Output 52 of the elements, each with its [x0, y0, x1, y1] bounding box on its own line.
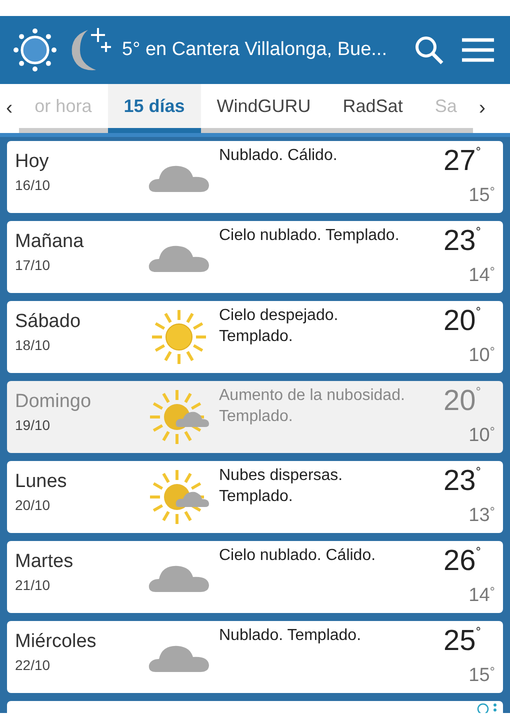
day-name: Lunes [15, 471, 68, 493]
max-temperature: 26$^{°}$ [444, 545, 481, 578]
day-name: Mañana [15, 231, 85, 253]
day-date: 22/10 [15, 657, 52, 673]
min-temperature: 15$^{°}$ [468, 185, 495, 207]
sun-icon [12, 27, 58, 73]
info-icon[interactable] [477, 703, 489, 713]
min-temperature: 10$^{°}$ [468, 425, 495, 447]
day-name: Sábado [15, 311, 82, 333]
day-name: Martes [15, 551, 74, 573]
max-temperature: 27$^{°}$ [444, 145, 481, 178]
min-temperature: 14$^{°}$ [468, 585, 495, 607]
day-card[interactable]: Lunes 20/10 Nubes dispersas. Templado. 23$^{°}$ 13$^{°}$ [7, 461, 503, 533]
day-card[interactable]: Martes 21/10 Cielo nublado. Cálido. 26$^{°}$ 14$^{°}$ [7, 541, 503, 613]
min-temperature: 10$^{°}$ [468, 345, 495, 367]
min-temperature: 13$^{°}$ [468, 505, 495, 527]
day-date: 19/10 [15, 417, 52, 433]
day-date: 17/10 [15, 257, 52, 273]
day-name: Domingo [15, 391, 92, 413]
day-card[interactable]: Mañana 17/10 Cielo nublado. Templado. 23$^{°}$ 14$^{°}$ [7, 221, 503, 293]
max-temperature: 20$^{°}$ [444, 385, 481, 418]
day-card[interactable]: Domingo 19/10 Aumento de la nubosidad. Templado. 20$^{°}$ 10$^{°}$ [7, 381, 503, 453]
day-card[interactable]: Hoy 16/10 Nublado. Cálido. 27$^{°}$ 15$^{°}$ [7, 141, 503, 213]
sun-icon [150, 308, 208, 366]
day-name: Hoy [15, 151, 50, 173]
weather-summary: Cielo despejado. Templado. [219, 306, 340, 347]
weather-summary: Cielo nublado. Templado. [219, 226, 400, 246]
max-temperature: 23$^{°}$ [444, 465, 481, 498]
sun-cloud-icon [148, 388, 210, 446]
day-date: 20/10 [15, 497, 52, 513]
weather-summary: Nublado. Templado. [219, 626, 362, 646]
scroll-right-arrow[interactable]: › [472, 84, 492, 133]
max-temperature: 25$^{°}$ [444, 625, 481, 658]
min-temperature: 15$^{°}$ [468, 665, 495, 687]
weather-summary: Cielo nublado. Cálido. [219, 546, 377, 566]
day-card[interactable]: Miércoles 22/10 Nublado. Templado. 25$^{°}$ 15$^{°}$ [7, 621, 503, 693]
scroll-left-arrow[interactable]: ‹ [0, 84, 19, 133]
max-temperature: 23$^{°}$ [444, 225, 481, 258]
max-temperature: 20$^{°}$ [444, 305, 481, 338]
dots-icon[interactable] [493, 703, 497, 713]
day-date: 18/10 [15, 337, 52, 353]
min-temperature: 14$^{°}$ [468, 265, 495, 287]
day-date: 21/10 [15, 577, 52, 593]
day-name: Miércoles [15, 631, 98, 653]
day-card[interactable]: Sábado 18/10 Cielo despejado. Templado. 20$^{°}$ 10$^{°}$ [7, 301, 503, 373]
weather-summary: Aumento de la nubosidad. Templado. [219, 386, 406, 427]
location-title: 5° en Cantera Villalonga, Bue... [122, 39, 388, 61]
weather-summary: Nublado. Cálido. [219, 146, 338, 166]
tab[interactable]: 15 días [108, 84, 201, 133]
sun-cloud-icon [148, 468, 210, 526]
weather-summary: Nubes dispersas. Templado. [219, 466, 344, 507]
day-date: 16/10 [15, 177, 52, 193]
